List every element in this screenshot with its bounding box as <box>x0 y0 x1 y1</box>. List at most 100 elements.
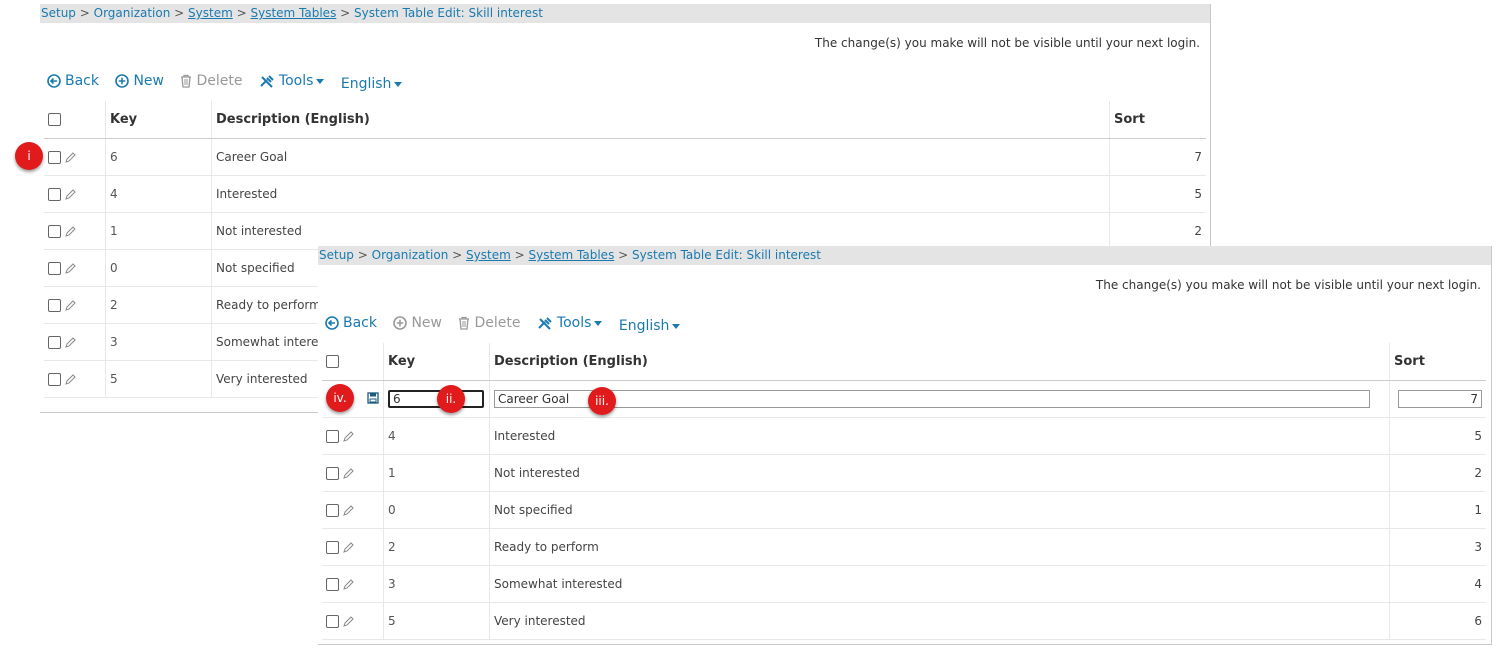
chevron-down-icon <box>394 81 403 87</box>
row-sort: 5 <box>1109 175 1206 213</box>
toolbar: Back New Delete Tools English <box>47 73 414 93</box>
row-actions <box>44 249 106 287</box>
toolbar: Back New Delete Tools English <box>325 315 692 335</box>
row-actions <box>44 212 106 250</box>
col-description[interactable]: Description (English) <box>489 343 1390 381</box>
row-sort: 4 <box>1389 565 1486 603</box>
row-description: Not specified <box>489 491 1390 529</box>
pencil-icon[interactable] <box>342 615 354 628</box>
col-description[interactable]: Description (English) <box>211 101 1110 139</box>
crumb-system-tables[interactable]: System Tables <box>250 6 336 20</box>
tools-menu[interactable]: Tools <box>259 73 325 89</box>
delete-button[interactable]: Delete <box>180 73 242 89</box>
row-checkbox[interactable] <box>48 151 61 164</box>
crumb-system-tables[interactable]: System Tables <box>528 248 614 262</box>
tools-label: Tools <box>556 315 592 331</box>
pencil-icon[interactable] <box>64 336 76 349</box>
row-key: 4 <box>105 175 212 213</box>
tools-icon <box>260 75 274 88</box>
select-all-checkbox[interactable] <box>48 113 61 126</box>
table-row: 3 Somewhat interested 4 <box>322 565 1486 603</box>
col-sort[interactable]: Sort <box>1109 101 1206 139</box>
delete-button[interactable]: Delete <box>458 315 520 331</box>
tools-menu[interactable]: Tools <box>537 315 603 331</box>
plus-circle-icon <box>393 316 408 330</box>
row-key: 0 <box>383 491 490 529</box>
row-checkbox[interactable] <box>48 299 61 312</box>
pencil-icon[interactable] <box>342 467 354 480</box>
pencil-icon[interactable] <box>64 151 76 164</box>
row-checkbox[interactable] <box>326 430 339 443</box>
pencil-icon[interactable] <box>64 262 76 275</box>
pencil-icon[interactable] <box>64 299 76 312</box>
sort-input[interactable] <box>1398 390 1482 408</box>
row-checkbox[interactable] <box>326 578 339 591</box>
pencil-icon[interactable] <box>342 541 354 554</box>
row-checkbox[interactable] <box>326 615 339 628</box>
row-actions <box>44 323 106 361</box>
pencil-icon[interactable] <box>342 504 354 517</box>
select-all-checkbox[interactable] <box>326 355 339 368</box>
back-label: Back <box>65 73 99 89</box>
trash-icon <box>181 74 192 88</box>
row-key: 2 <box>105 286 212 324</box>
callout-marker-iv: iv. <box>326 384 354 412</box>
back-icon <box>47 74 61 88</box>
row-key: 3 <box>383 565 490 603</box>
table-row: 1 Not interested 2 <box>44 212 1206 250</box>
col-key[interactable]: Key <box>383 343 490 381</box>
language-menu[interactable]: English <box>341 76 403 92</box>
chevron-down-icon <box>594 320 603 326</box>
col-sort[interactable]: Sort <box>1389 343 1486 381</box>
row-checkbox[interactable] <box>326 467 339 480</box>
back-button[interactable]: Back <box>325 315 377 331</box>
new-button[interactable]: New <box>393 315 442 331</box>
crumb-organization[interactable]: Organization <box>94 6 171 20</box>
pencil-icon[interactable] <box>342 578 354 591</box>
crumb-setup[interactable]: Setup <box>319 248 354 262</box>
row-actions <box>44 360 106 398</box>
col-key[interactable]: Key <box>105 101 212 139</box>
table-header: Key Description (English) Sort <box>322 343 1486 381</box>
row-description: Not interested <box>211 212 1110 250</box>
crumb-setup[interactable]: Setup <box>41 6 76 20</box>
pencil-icon[interactable] <box>342 430 354 443</box>
delete-label: Delete <box>474 315 521 331</box>
row-checkbox[interactable] <box>48 188 61 201</box>
pencil-icon[interactable] <box>64 373 76 386</box>
row-actions <box>322 417 384 455</box>
row-checkbox[interactable] <box>48 225 61 238</box>
row-key: 4 <box>383 417 490 455</box>
language-label: English <box>340 76 392 92</box>
table-row: 6 Career Goal 7 <box>44 138 1206 176</box>
panel-front: Setup > Organization > System > System T… <box>318 246 1492 645</box>
row-sort: 3 <box>1389 528 1486 566</box>
key-input[interactable] <box>388 390 484 408</box>
row-actions <box>44 138 106 176</box>
row-key: 3 <box>105 323 212 361</box>
pencil-icon[interactable] <box>64 225 76 238</box>
language-menu[interactable]: English <box>619 318 681 334</box>
description-input[interactable] <box>494 390 1370 408</box>
row-sort: 5 <box>1389 417 1486 455</box>
row-checkbox[interactable] <box>326 541 339 554</box>
pencil-icon[interactable] <box>64 188 76 201</box>
save-icon[interactable] <box>367 391 379 404</box>
new-button[interactable]: New <box>115 73 164 89</box>
row-checkbox[interactable] <box>48 262 61 275</box>
row-checkbox[interactable] <box>326 504 339 517</box>
back-label: Back <box>343 315 377 331</box>
row-actions <box>322 565 384 603</box>
row-actions <box>322 528 384 566</box>
crumb-organization[interactable]: Organization <box>372 248 449 262</box>
back-button[interactable]: Back <box>47 73 99 89</box>
row-key: 6 <box>105 138 212 176</box>
row-key: 1 <box>105 212 212 250</box>
row-checkbox[interactable] <box>48 336 61 349</box>
language-label: English <box>618 318 670 334</box>
crumb-system[interactable]: System <box>188 6 233 20</box>
row-key: 2 <box>383 528 490 566</box>
chevron-down-icon <box>672 323 681 329</box>
crumb-system[interactable]: System <box>466 248 511 262</box>
row-checkbox[interactable] <box>48 373 61 386</box>
